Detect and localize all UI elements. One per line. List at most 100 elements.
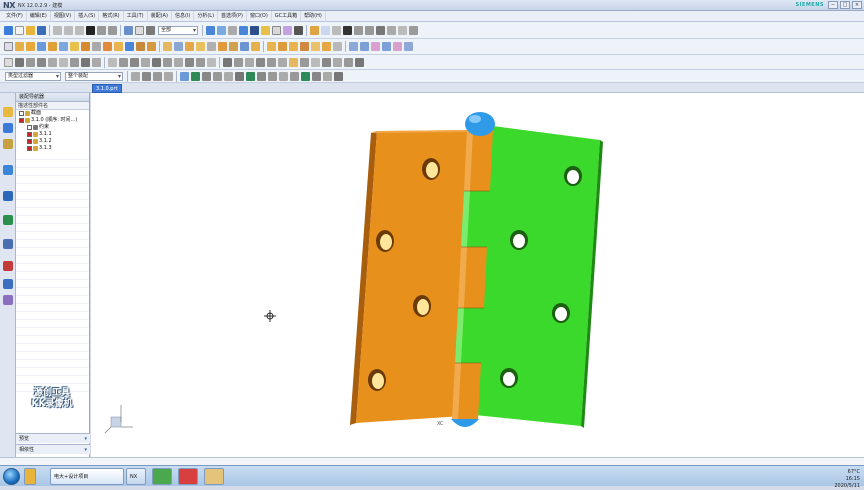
preview-section[interactable]: 预览 ▾ (16, 433, 90, 443)
edit-section-icon[interactable] (272, 25, 281, 35)
redo-icon[interactable] (108, 25, 117, 35)
menu-file[interactable]: 文件(F) (3, 10, 27, 22)
snap-face-icon[interactable] (257, 71, 266, 81)
maximize-button[interactable]: □ (840, 1, 850, 9)
quick-trim-icon[interactable] (81, 57, 90, 67)
snap-tangent-icon[interactable] (290, 71, 299, 81)
snap-curve-icon[interactable] (246, 71, 255, 81)
menu-edit[interactable]: 编辑(E) (27, 10, 51, 22)
select-all-icon[interactable] (131, 71, 140, 81)
split-body-icon[interactable] (196, 42, 205, 51)
orient-view-icon[interactable] (239, 25, 248, 35)
clock-date[interactable]: 2020/5/11 (834, 483, 860, 490)
hole-icon[interactable] (37, 42, 46, 51)
reuse-library-icon[interactable] (3, 165, 13, 175)
sphere-icon[interactable] (70, 42, 79, 51)
swept-icon[interactable] (360, 42, 369, 51)
display-icon[interactable] (321, 25, 330, 35)
fillet-curve-icon[interactable] (59, 57, 68, 67)
spline-icon[interactable] (376, 25, 385, 35)
menu-window[interactable]: 窗口(O) (247, 10, 272, 22)
trim-icon[interactable] (387, 25, 396, 35)
edit-length-icon[interactable] (344, 57, 353, 67)
app-icon[interactable] (178, 468, 198, 485)
hinge-model-view[interactable]: XC (91, 93, 864, 457)
snap-point-on-curve-icon[interactable] (323, 71, 332, 81)
tree-node[interactable]: 3.1.2 (16, 138, 89, 145)
subtract-icon[interactable] (114, 42, 123, 51)
revolve-icon[interactable] (26, 42, 35, 51)
snap-clear-icon[interactable] (334, 71, 343, 81)
visibility-checkbox[interactable] (27, 132, 32, 137)
snap-endpoint-icon[interactable] (180, 71, 189, 81)
line-tool-icon[interactable] (37, 57, 46, 67)
join-curve-icon[interactable] (322, 57, 331, 67)
arc-icon[interactable] (26, 57, 35, 67)
start-button[interactable] (3, 468, 20, 485)
render-style-icon[interactable] (250, 25, 259, 35)
intersect-curve-icon[interactable] (130, 57, 139, 67)
clock-time[interactable]: 16:15 (834, 476, 860, 483)
text-icon[interactable] (163, 57, 172, 67)
search-dropdown[interactable]: 全部 (158, 25, 198, 35)
extend-icon[interactable] (398, 25, 407, 35)
tree-node[interactable]: 3.1.1 (16, 131, 89, 138)
conic-icon[interactable] (256, 57, 265, 67)
tree-node[interactable]: 3.1.3 (16, 145, 89, 152)
thicken-icon[interactable] (229, 42, 238, 51)
wave-link-icon[interactable] (289, 57, 298, 67)
bridge-curve-icon[interactable] (152, 57, 161, 67)
system-scene-icon[interactable] (3, 279, 13, 289)
datum-plane-icon[interactable] (185, 57, 194, 67)
minimize-button[interactable]: − (828, 1, 838, 9)
circle-icon[interactable] (223, 57, 232, 67)
web-browser-icon[interactable] (3, 191, 13, 201)
visibility-checkbox[interactable] (27, 146, 32, 151)
edge-blend-icon[interactable] (136, 42, 145, 51)
snap-intersection-icon[interactable] (213, 71, 222, 81)
datum-axis-icon[interactable] (196, 57, 205, 67)
chevron-down-icon[interactable]: ▾ (84, 445, 87, 455)
touch-mode-icon[interactable] (146, 25, 155, 35)
extension-icon[interactable] (404, 42, 413, 51)
menu-view[interactable]: 视图(V) (51, 10, 76, 22)
quick-extend-icon[interactable] (92, 57, 101, 67)
model-icon[interactable] (310, 25, 319, 35)
isoparametric-icon[interactable] (311, 57, 320, 67)
intersect-icon[interactable] (125, 42, 134, 51)
resize-blend-icon[interactable] (300, 42, 309, 51)
paste-icon[interactable] (75, 25, 84, 35)
chevron-down-icon[interactable]: ▾ (84, 434, 87, 444)
sew-icon[interactable] (240, 42, 249, 51)
menu-gc-toolbox[interactable]: GC工具箱 (272, 10, 302, 22)
chamfer-icon[interactable] (147, 42, 156, 51)
polygon-icon[interactable] (15, 57, 24, 67)
snap-arc-center-icon[interactable] (312, 71, 321, 81)
snap-pole-icon[interactable] (268, 71, 277, 81)
snap-control-point-icon[interactable] (301, 71, 310, 81)
chamfer-curve-icon[interactable] (70, 57, 79, 67)
snap-quadrant-icon[interactable] (224, 71, 233, 81)
pull-face-icon[interactable] (311, 42, 320, 51)
draft-icon[interactable] (174, 42, 183, 51)
dependencies-section[interactable]: 相依性 ▾ (16, 444, 90, 454)
tree-node[interactable]: 截面 (16, 110, 89, 117)
box-select-icon[interactable] (153, 71, 162, 81)
n-sided-icon[interactable] (393, 42, 402, 51)
zoom-icon[interactable] (217, 25, 226, 35)
app-icon[interactable] (204, 468, 224, 485)
menu-format[interactable]: 格式(R) (99, 10, 124, 22)
curve-analysis-icon[interactable] (355, 57, 364, 67)
selection-scope-dropdown[interactable]: 整个装配 (65, 71, 123, 81)
helix-icon[interactable] (174, 57, 183, 67)
history-icon[interactable] (3, 215, 13, 225)
command-finder-icon[interactable] (124, 25, 133, 35)
menu-analysis[interactable]: 分析(L) (194, 10, 219, 22)
bounded-plane-icon[interactable] (382, 42, 391, 51)
offset-face-icon[interactable] (251, 42, 260, 51)
task-design-project[interactable]: 电大+设计项目 (50, 468, 124, 485)
clip-section-icon[interactable] (283, 25, 292, 35)
new-file-icon[interactable] (15, 25, 24, 35)
task-nx[interactable]: NX 12 (126, 468, 146, 485)
visibility-checkbox[interactable] (19, 118, 24, 123)
